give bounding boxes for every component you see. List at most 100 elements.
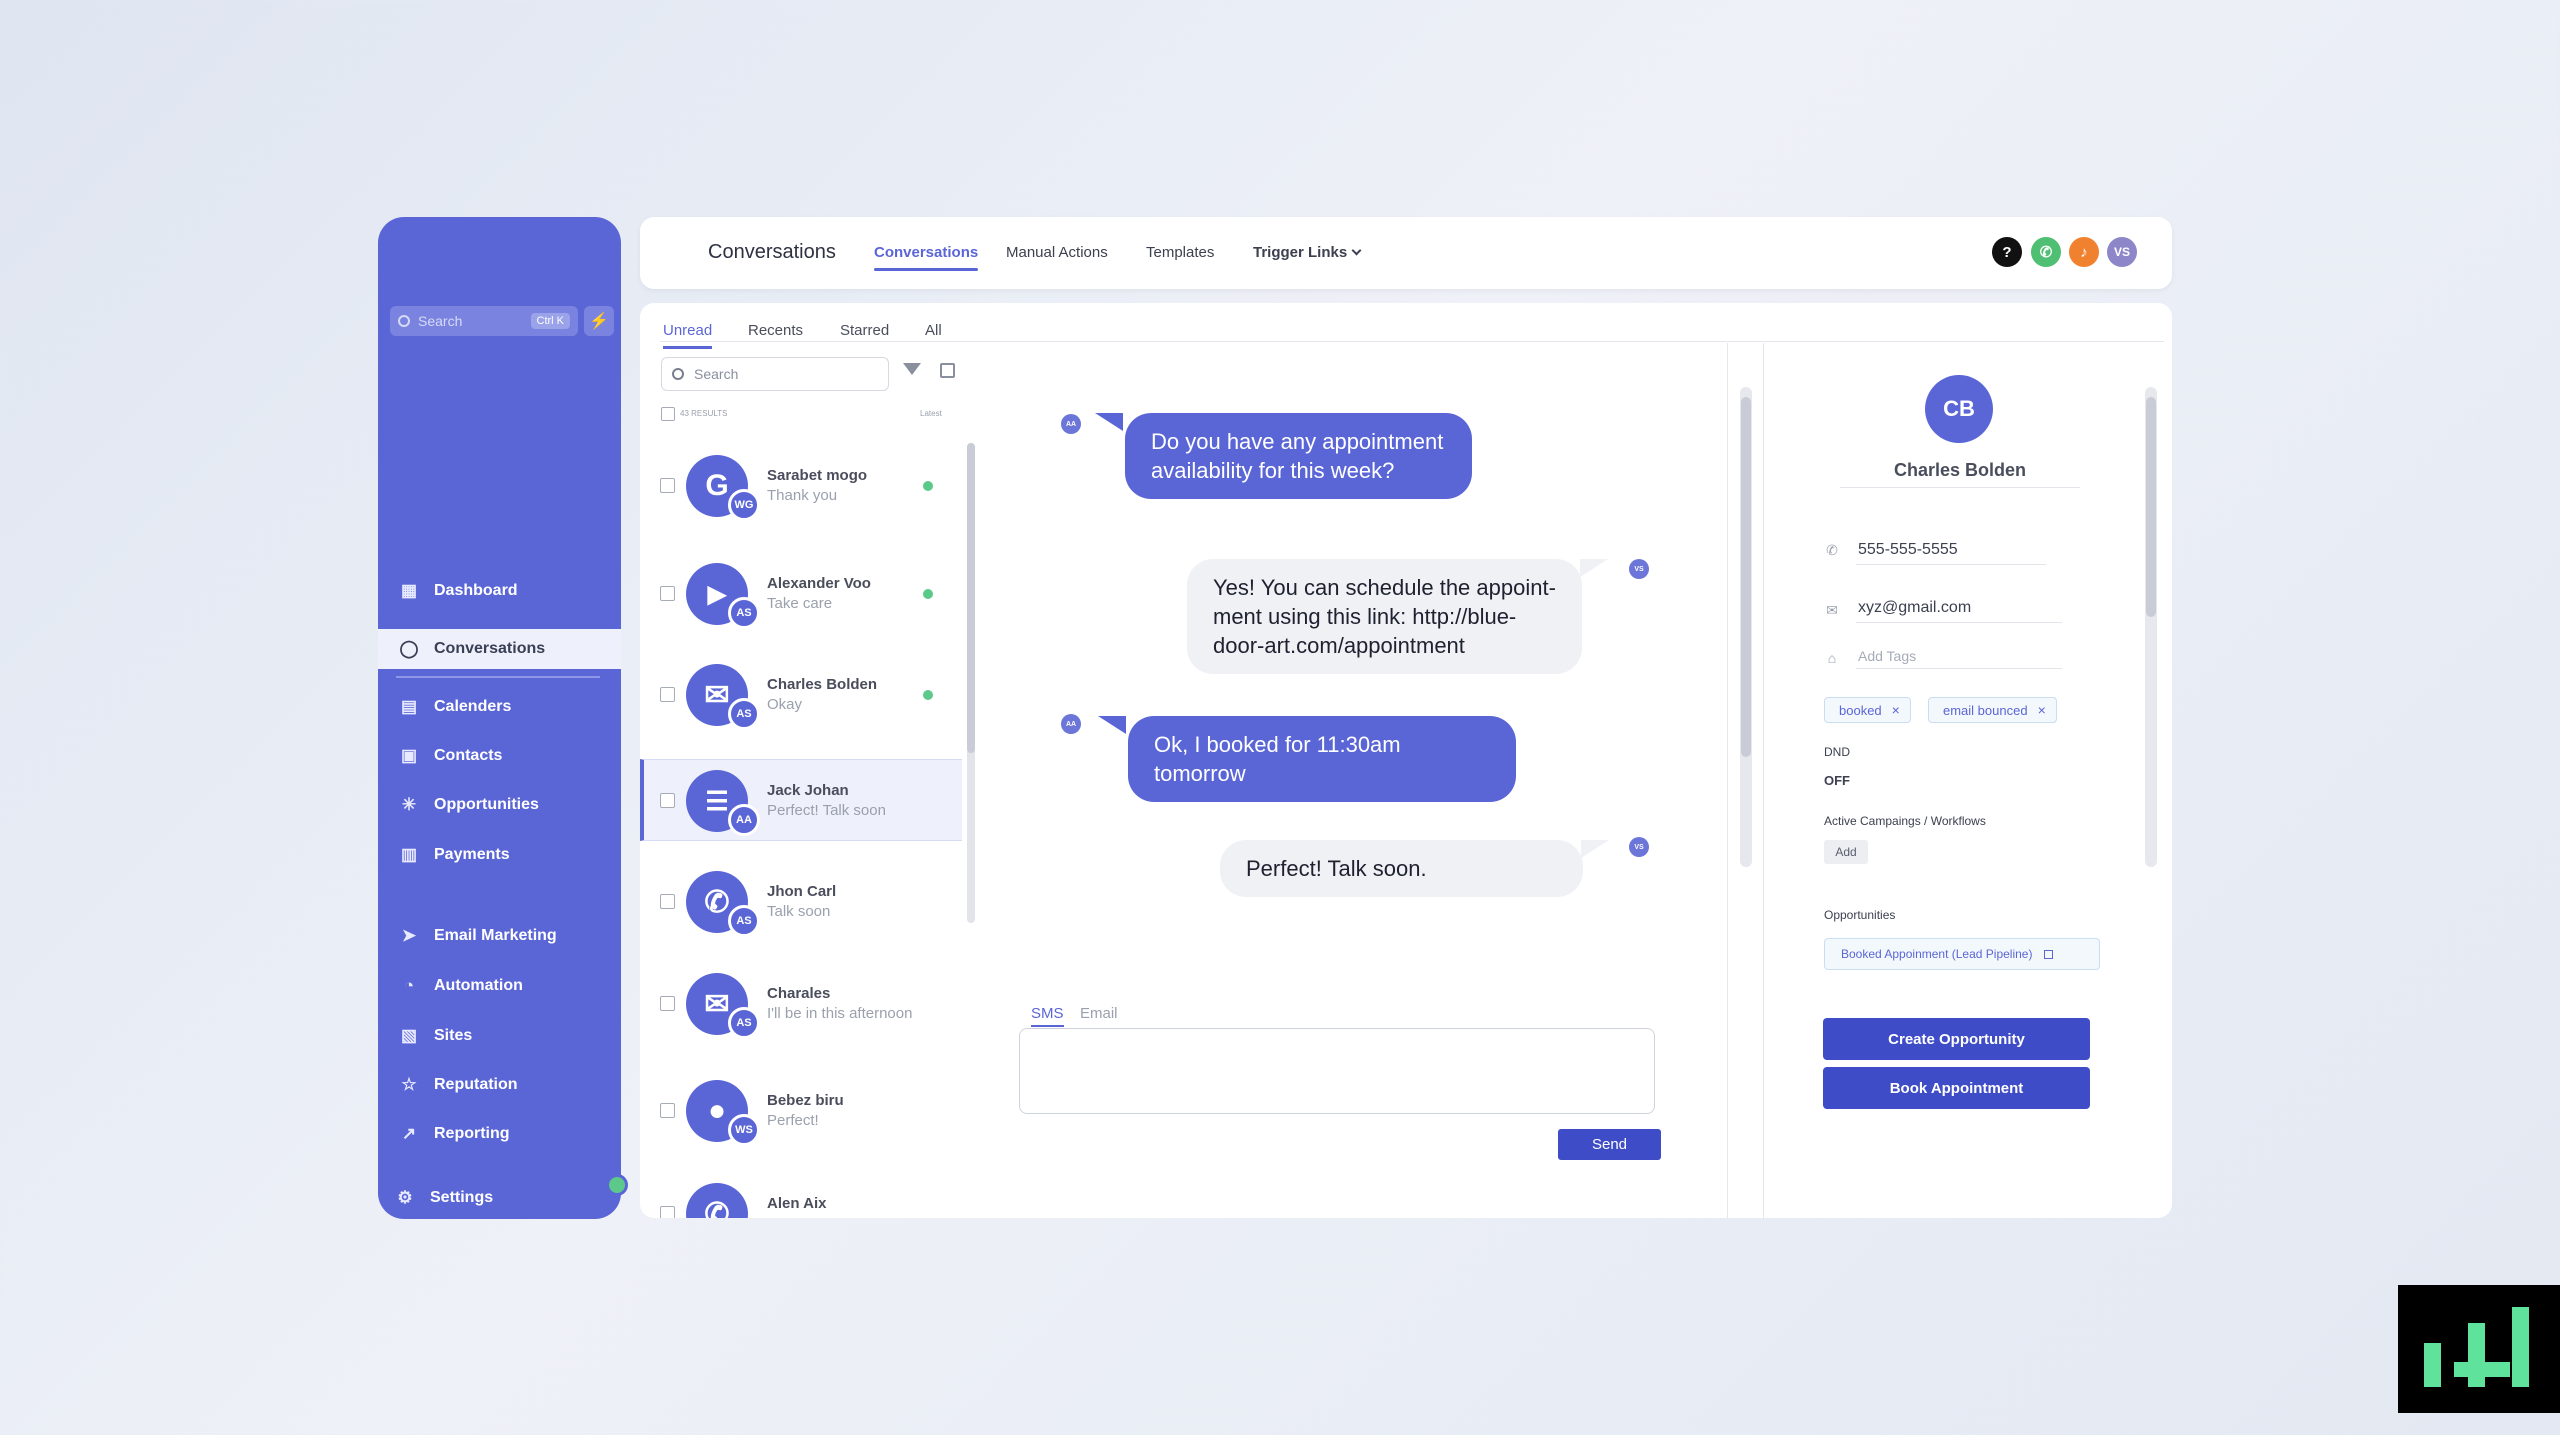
sidebar-item-automation[interactable]: ◔ Automation <box>378 966 621 1006</box>
scrollbar-thumb[interactable] <box>967 443 975 753</box>
sidebar-item-settings[interactable]: ⚙ Settings <box>378 1178 621 1218</box>
tab-recents[interactable]: Recents <box>748 322 803 339</box>
sidebar-item-label: Reputation <box>434 1076 518 1093</box>
sidebar-item-label: Contacts <box>434 747 503 764</box>
message-preview: Thank you <box>767 487 838 504</box>
search-icon <box>398 315 410 327</box>
online-status-dot <box>923 481 933 491</box>
help-glyph: ? <box>2002 243 2012 261</box>
conversation-checkbox[interactable] <box>660 1103 675 1118</box>
list-item-selected[interactable]: ☰ AA Jack Johan Perfect! Talk soon <box>640 759 962 841</box>
send-button[interactable]: Send <box>1558 1129 1661 1160</box>
contact-name: Jack Johan <box>767 782 849 799</box>
contact-name: Charles Bolden <box>1893 460 2027 480</box>
sidebar-item-reporting[interactable]: ↗ Reporting <box>378 1114 621 1154</box>
tab-trigger-links[interactable]: Trigger Links <box>1253 244 1362 261</box>
list-item[interactable]: ✉ AS Charles Bolden Okay <box>640 654 962 736</box>
online-status-dot <box>923 690 933 700</box>
message-preview: Okay <box>767 696 803 713</box>
compose-tab-sms[interactable]: SMS <box>1031 1005 1064 1027</box>
sidebar-item-payments[interactable]: ▥ Payments <box>378 835 621 875</box>
sidebar-item-opportunities[interactable]: ✳ Opportunities <box>378 785 621 825</box>
tab-starred[interactable]: Starred <box>840 322 889 339</box>
scrollbar-thumb[interactable] <box>2146 397 2156 617</box>
help-icon[interactable]: ? <box>1992 237 2022 267</box>
trend-icon: ↗ <box>401 1124 417 1143</box>
conversation-checkbox[interactable] <box>660 996 675 1011</box>
avatar: AA <box>1061 414 1081 434</box>
tag-icon: ⌂ <box>1827 650 1837 666</box>
list-item[interactable]: G WG Sarabet mogo Thank you <box>640 445 962 527</box>
email-field[interactable]: xyz@gmail.com <box>1858 599 1971 617</box>
sidebar-item-reputation[interactable]: ☆ Reputation <box>378 1065 621 1105</box>
top-bar: Conversations Conversations Manual Actio… <box>640 217 2172 289</box>
logo-bar <box>2424 1343 2441 1387</box>
tab-conversations[interactable]: Conversations <box>874 244 979 271</box>
sidebar-item-label: Email Marketing <box>434 927 557 944</box>
book-appointment-button[interactable]: Book Appointment <box>1823 1067 2090 1109</box>
close-icon[interactable]: × <box>2038 702 2046 718</box>
message-preview: Take care <box>767 595 833 612</box>
opportunity-chip[interactable]: Booked Appoinment (Lead Pipeline) <box>1824 938 2100 970</box>
avatar: VS <box>1629 559 1649 579</box>
sort-dropdown[interactable]: Latest <box>920 409 942 418</box>
bell-icon[interactable]: ♪ <box>2069 237 2099 267</box>
compose-tab-email[interactable]: Email <box>1080 1005 1118 1022</box>
sidebar: Search Ctrl K ⚡ ▦ Dashboard ◯ Conversati… <box>378 217 628 1219</box>
conversation-checkbox[interactable] <box>660 687 675 702</box>
tab-unread[interactable]: Unread <box>663 322 713 349</box>
create-opportunity-button[interactable]: Create Opportunity <box>1823 1018 2090 1060</box>
dnd-toggle[interactable]: OFF <box>1824 773 1850 788</box>
list-item[interactable]: ✆ Alen Aix <box>640 1173 962 1218</box>
compose-icon[interactable] <box>940 363 955 378</box>
sidebar-search-input[interactable]: Search Ctrl K <box>390 306 578 336</box>
tab-manual-actions[interactable]: Manual Actions <box>1006 244 1108 261</box>
conversation-list-scrollbar[interactable] <box>967 443 975 923</box>
tab-all[interactable]: All <box>925 322 942 339</box>
list-item[interactable]: ✆ AS Jhon Carl Talk soon <box>640 861 962 943</box>
close-icon[interactable]: × <box>1892 702 1900 718</box>
collapse-sidebar-button[interactable] <box>606 1174 628 1196</box>
message-input[interactable] <box>1019 1028 1655 1114</box>
bubble-tail <box>1098 716 1126 734</box>
assignee-badge: AS <box>728 698 760 730</box>
conversation-checkbox[interactable] <box>660 894 675 909</box>
sidebar-item-dashboard[interactable]: ▦ Dashboard <box>378 571 621 611</box>
quick-action-button[interactable]: ⚡ <box>584 306 614 336</box>
contact-scrollbar[interactable] <box>2145 387 2157 867</box>
sidebar-item-calenders[interactable]: ▤ Calenders <box>378 687 621 727</box>
list-item[interactable]: ▶ AS Alexander Voo Take care <box>640 553 962 635</box>
list-item[interactable]: ● WS Bebez biru Perfect! <box>640 1070 962 1152</box>
add-campaign-button[interactable]: Add <box>1824 840 1868 864</box>
phone-field[interactable]: 555-555-5555 <box>1858 541 1958 559</box>
tab-templates[interactable]: Templates <box>1146 244 1214 261</box>
scrollbar-thumb[interactable] <box>1741 397 1751 757</box>
chat-scrollbar[interactable] <box>1740 387 1752 867</box>
assignee-badge: WS <box>728 1114 760 1146</box>
filter-icon[interactable] <box>903 363 921 375</box>
assignee-badge: AS <box>728 597 760 629</box>
dnd-label: DND <box>1824 745 1850 759</box>
calendar-icon: ▤ <box>400 697 418 716</box>
conversation-checkbox[interactable] <box>660 586 675 601</box>
sidebar-item-conversations[interactable]: ◯ Conversations <box>378 629 621 669</box>
sidebar-item-contacts[interactable]: ▣ Contacts <box>378 736 621 776</box>
phone-icon[interactable]: ✆ <box>2031 237 2061 267</box>
name-underline <box>1840 487 2080 488</box>
list-item[interactable]: ✉ AS Charales I'll be in this afternoon <box>640 963 962 1045</box>
sidebar-item-label: Automation <box>434 977 523 994</box>
message-preview: Perfect! Talk soon <box>767 802 886 819</box>
sidebar-item-sites[interactable]: ▧ Sites <box>378 1016 621 1056</box>
sidebar-item-email-marketing[interactable]: ➤ Email Marketing <box>378 916 621 956</box>
message-bubble-outgoing: Perfect! Talk soon. <box>1220 840 1583 897</box>
conversation-checkbox[interactable] <box>660 793 675 808</box>
sidebar-item-label: Conversations <box>434 640 546 657</box>
campaigns-label: Active Campaings / Workflows <box>1824 814 1986 828</box>
add-tags-input[interactable]: Add Tags <box>1858 648 1916 664</box>
conversation-checkbox[interactable] <box>660 478 675 493</box>
select-all-checkbox[interactable] <box>661 407 675 421</box>
results-count: 43 RESULTS <box>680 409 728 418</box>
conversation-checkbox[interactable] <box>660 1206 675 1218</box>
conversation-search-input[interactable]: Search <box>661 357 889 391</box>
user-avatar[interactable]: VS <box>2107 237 2137 267</box>
